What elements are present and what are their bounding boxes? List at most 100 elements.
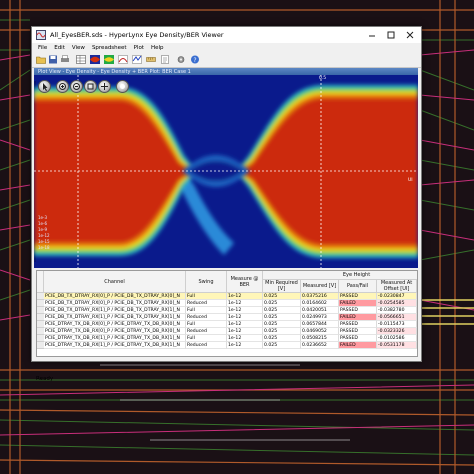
table-cell[interactable]: PASSED (339, 293, 377, 300)
table-cell[interactable]: -0.0323326 (377, 328, 417, 335)
results-spreadsheet[interactable]: Channel Swing Measure @ BER Eye Height M… (36, 270, 418, 357)
table-cell[interactable]: 0.0164602 (301, 300, 339, 307)
column-header-channel[interactable]: Channel (44, 271, 186, 293)
table-cell[interactable]: PCIE_DB_TX_DTRAY_RX[0]_P / PCIE_DB_TX_DT… (44, 293, 186, 300)
row-header[interactable] (37, 293, 44, 300)
plot-select-button[interactable] (38, 80, 51, 93)
table-cell[interactable]: PCIE_DTRAY_TX_DB_RX[1]_P / PCIE_DTRAY_TX… (44, 335, 186, 342)
table-cell[interactable]: -0.0102586 (377, 335, 417, 342)
table-cell[interactable]: Full (186, 293, 227, 300)
table-cell[interactable]: 1e-12 (227, 307, 263, 314)
print-button[interactable] (60, 55, 70, 64)
column-header-measure-ber[interactable]: Measure @ BER (227, 271, 263, 293)
help-button[interactable]: ? (190, 55, 200, 64)
compare-plot-button[interactable] (132, 55, 142, 64)
row-header[interactable] (37, 335, 44, 342)
table-cell[interactable]: 1e-12 (227, 321, 263, 328)
eye-plot-button[interactable] (90, 55, 100, 64)
settings-button[interactable] (176, 55, 186, 64)
save-button[interactable] (48, 55, 58, 64)
menu-file[interactable]: File (38, 45, 47, 51)
row-header[interactable] (37, 314, 44, 321)
table-cell[interactable]: -0.0254585 (377, 300, 417, 307)
report-button[interactable] (160, 55, 170, 64)
column-header-min-required[interactable]: Min Required [V] (263, 280, 301, 293)
maximize-button[interactable] (381, 27, 401, 43)
table-cell[interactable]: PASSED (339, 335, 377, 342)
table-cell[interactable]: 0.0508215 (301, 335, 339, 342)
table-cell[interactable]: 1e-12 (227, 314, 263, 321)
menu-plot[interactable]: Plot (134, 45, 144, 51)
plot-zoom-in-button[interactable] (56, 80, 69, 93)
plot-pan-button[interactable] (98, 80, 111, 93)
row-header[interactable] (37, 321, 44, 328)
table-cell[interactable]: -0.0230847 (377, 293, 417, 300)
ber-plot-button[interactable] (118, 55, 128, 64)
row-header[interactable] (37, 307, 44, 314)
table-cell[interactable]: 1e-12 (227, 328, 263, 335)
table-cell[interactable]: 0.0375216 (301, 293, 339, 300)
table-cell[interactable]: FAILED (339, 300, 377, 307)
row-header[interactable] (37, 300, 44, 307)
table-cell[interactable]: 0.025 (263, 328, 301, 335)
table-cell[interactable]: PCIE_DTRAY_TX_DB_RX[0]_P / PCIE_DTRAY_TX… (44, 321, 186, 328)
table-cell[interactable]: 1e-12 (227, 293, 263, 300)
table-cell[interactable]: Reduced (186, 300, 227, 307)
measure-button[interactable] (146, 55, 156, 64)
table-cell[interactable]: PCIE_DB_TX_DTRAY_RX[0]_P / PCIE_DB_TX_DT… (44, 300, 186, 307)
table-cell[interactable]: Reduced (186, 314, 227, 321)
table-cell[interactable]: FAILED (339, 314, 377, 321)
table-cell[interactable]: -0.0115473 (377, 321, 417, 328)
table-view-button[interactable] (76, 55, 86, 64)
table-cell[interactable]: 0.025 (263, 335, 301, 342)
plot-color-button[interactable] (116, 80, 129, 93)
table-cell[interactable]: Full (186, 307, 227, 314)
column-header-swing[interactable]: Swing (186, 271, 227, 293)
table-cell[interactable]: FAILED (339, 342, 377, 349)
table-cell[interactable]: Full (186, 321, 227, 328)
table-cell[interactable]: 0.0420051 (301, 307, 339, 314)
table-cell[interactable]: -0.0531178 (377, 342, 417, 349)
table-cell[interactable]: 0.025 (263, 293, 301, 300)
menu-help[interactable]: Help (151, 45, 164, 51)
table-cell[interactable]: 0.025 (263, 342, 301, 349)
open-button[interactable] (36, 55, 46, 64)
eye-density-plot[interactable]: 1e-3 1e-6 1e-9 1e-12 1e-15 1e-18 0.5 UI (34, 75, 418, 268)
table-cell[interactable]: PCIE_DTRAY_TX_DB_RX[0]_P / PCIE_DTRAY_TX… (44, 328, 186, 335)
table-cell[interactable]: Reduced (186, 342, 227, 349)
table-cell[interactable]: 0.0236652 (301, 342, 339, 349)
column-header-pass-fail[interactable]: Pass/Fail (339, 280, 377, 293)
density-plot-button[interactable] (104, 55, 114, 64)
table-cell[interactable]: 0.0657844 (301, 321, 339, 328)
table-cell[interactable]: PCIE_DB_TX_DTRAY_RX[1]_P / PCIE_DB_TX_DT… (44, 314, 186, 321)
plot-fit-button[interactable] (84, 80, 97, 93)
table-cell[interactable]: 1e-12 (227, 300, 263, 307)
table-cell[interactable]: 0.025 (263, 300, 301, 307)
table-cell[interactable]: 1e-12 (227, 342, 263, 349)
table-cell[interactable]: PCIE_DTRAY_TX_DB_RX[1]_P / PCIE_DTRAY_TX… (44, 342, 186, 349)
table-cell[interactable]: PASSED (339, 307, 377, 314)
table-cell[interactable]: PASSED (339, 328, 377, 335)
table-cell[interactable]: 0.025 (263, 307, 301, 314)
close-button[interactable] (400, 27, 420, 43)
plot-view-tab[interactable]: Plot View - Eye Density - Eye Density + … (34, 68, 418, 75)
table-cell[interactable]: -0.0566651 (377, 314, 417, 321)
column-header-measured[interactable]: Measured [V] (301, 280, 339, 293)
column-header-measured-offset[interactable]: Measured At Offset [UI] (377, 280, 417, 293)
plot-zoom-out-button[interactable] (70, 80, 83, 93)
table-cell[interactable]: Reduced (186, 328, 227, 335)
menu-spreadsheet[interactable]: Spreadsheet (92, 45, 127, 51)
table-cell[interactable]: Full (186, 335, 227, 342)
minimize-button[interactable] (362, 27, 382, 43)
table-cell[interactable]: 0.0249973 (301, 314, 339, 321)
menu-view[interactable]: View (72, 45, 85, 51)
table-cell[interactable]: -0.0382780 (377, 307, 417, 314)
table-cell[interactable]: PASSED (339, 321, 377, 328)
table-cell[interactable]: 0.0469052 (301, 328, 339, 335)
table-cell[interactable]: 1e-12 (227, 335, 263, 342)
table-cell[interactable]: 0.025 (263, 321, 301, 328)
row-header[interactable] (37, 342, 44, 349)
menu-edit[interactable]: Edit (54, 45, 65, 51)
table-cell[interactable]: PCIE_DB_TX_DTRAY_RX[1]_P / PCIE_DB_TX_DT… (44, 307, 186, 314)
row-header[interactable] (37, 328, 44, 335)
